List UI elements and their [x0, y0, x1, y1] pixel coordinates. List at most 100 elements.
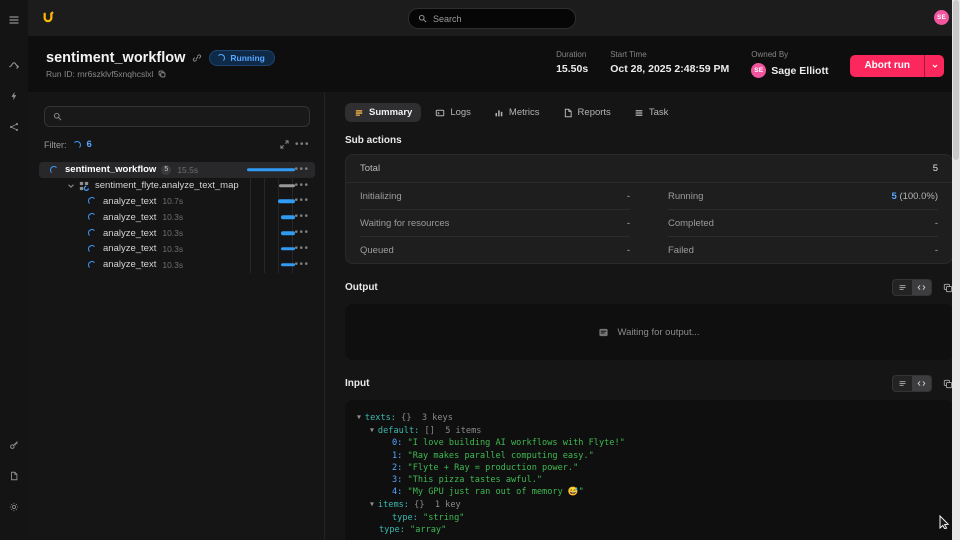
list-view-icon[interactable]	[893, 280, 912, 295]
abort-run-button[interactable]: Abort run	[850, 55, 924, 77]
search-icon	[418, 14, 427, 23]
sub-actions-cell: Failed -	[668, 237, 938, 263]
caret-down-icon[interactable]: ▼	[370, 500, 374, 508]
tab-reports[interactable]: Reports	[554, 103, 620, 122]
scrollbar-thumb[interactable]	[953, 0, 959, 160]
row-menu-icon[interactable]: •••	[294, 228, 310, 238]
global-search-input[interactable]: Search	[408, 8, 576, 29]
link-icon[interactable]	[192, 53, 202, 63]
timeline-bar	[281, 247, 296, 251]
caret-down-icon[interactable]: ▼	[357, 413, 361, 421]
json-idx: 4:	[392, 487, 408, 498]
tab-task[interactable]: Task	[625, 103, 678, 122]
tree-row[interactable]: analyze_text 10.3s •••	[44, 240, 310, 257]
row-menu-icon[interactable]: •••	[294, 196, 310, 206]
start-time-block: Start Time Oct 28, 2025 2:48:59 PM	[610, 50, 730, 75]
reports-icon	[563, 108, 573, 118]
copy-icon[interactable]	[158, 70, 166, 78]
row-menu-icon[interactable]: •••	[294, 212, 310, 222]
row-menu-icon[interactable]: •••	[294, 243, 310, 254]
json-meta: {} 3 keys	[401, 413, 453, 423]
task-duration: 10.3s	[162, 228, 184, 239]
cell-value: -	[626, 244, 630, 256]
json-key: texts:	[364, 413, 402, 423]
tree-row[interactable]: analyze_text 10.7s •••	[44, 193, 310, 210]
cell-label: Failed	[668, 244, 694, 256]
abort-dropdown-button[interactable]	[924, 55, 944, 77]
content: Filter: 6 ••• sentiment_workflow 5 15.5s ••…	[28, 92, 960, 540]
json-str: "Ray makes parallel computing easy."	[407, 450, 594, 461]
tree-row[interactable]: analyze_text 10.3s •••	[44, 256, 310, 273]
docs-icon[interactable]	[6, 468, 22, 484]
row-menu-icon[interactable]: •••	[294, 180, 310, 191]
json-line: ▼ texts: {} 3 keys	[357, 411, 941, 424]
json-str: "My GPU just ran out of memory 😅"	[407, 487, 584, 498]
row-menu-icon[interactable]: •••	[294, 164, 310, 175]
run-tree: sentiment_workflow 5 15.5s ••• sentiment_fly…	[39, 162, 315, 273]
tab-metrics[interactable]: Metrics	[485, 103, 549, 122]
json-line: 4: "My GPU just ran out of memory 😅"	[357, 486, 941, 498]
timeline	[240, 193, 296, 210]
task-duration: 10.7s	[162, 196, 184, 207]
union-logo[interactable]	[41, 11, 55, 25]
tab-summary[interactable]: Summary	[345, 103, 422, 122]
caret-down-icon[interactable]: ▼	[370, 426, 374, 434]
output-doc-icon	[598, 327, 609, 338]
share-icon[interactable]	[6, 119, 22, 135]
actions-icon[interactable]	[6, 88, 22, 104]
sub-actions-cell: Queued -	[360, 237, 630, 263]
input-view-toggle	[892, 375, 932, 392]
tree-row[interactable]: analyze_text 10.3s •••	[44, 209, 310, 226]
main-column: Search SE sentiment_workflow Running Run…	[28, 0, 960, 540]
json-key: default:	[377, 426, 425, 437]
user-avatar[interactable]: SE	[934, 10, 949, 25]
left-icon-rail	[0, 0, 28, 540]
input-header: Input	[345, 375, 953, 392]
code-view-icon[interactable]	[912, 280, 931, 295]
tree-row[interactable]: sentiment_workflow 5 15.5s •••	[39, 162, 315, 178]
map-task-icon	[78, 181, 89, 191]
collapse-all-icon[interactable]	[280, 140, 289, 149]
timeline	[240, 256, 296, 273]
filter-status-spinner-icon[interactable]	[72, 140, 81, 149]
menu-icon[interactable]	[6, 12, 22, 28]
input-json: ▼ texts: {} 3 keys ▼ default: [] 5 items 0: …	[345, 400, 953, 540]
tree-row[interactable]: analyze_text 10.3s •••	[44, 225, 310, 241]
output-empty-text: Waiting for output...	[617, 326, 700, 338]
mouse-cursor	[939, 514, 950, 534]
filter-count[interactable]: 6	[87, 139, 92, 150]
duration-block: Duration 15.50s	[556, 50, 589, 75]
filter-row: Filter: 6 •••	[44, 139, 310, 150]
json-idx: 1:	[392, 450, 408, 461]
tab-logs[interactable]: Logs	[426, 103, 480, 122]
tab-label: Logs	[450, 107, 471, 118]
tree-options-icon[interactable]: •••	[295, 139, 310, 150]
tree-search-input[interactable]	[44, 106, 310, 127]
json-meta: [] 5 items	[424, 426, 482, 437]
total-value: 5	[932, 163, 938, 174]
task-name: analyze_text	[103, 211, 157, 223]
run-id: Run ID: rnr6szklvf5xnqhcslxl	[46, 69, 275, 79]
chevron-down-icon[interactable]	[67, 182, 75, 190]
json-key: type:	[392, 512, 424, 523]
timeline-bar	[278, 183, 296, 188]
tree-row[interactable]: sentiment_flyte.analyze_text_map •••	[44, 177, 310, 194]
json-line: ▼ default: [] 5 items	[357, 424, 941, 437]
json-line: 0: "I love building AI workflows with Fl…	[357, 437, 941, 449]
sub-actions-cell: Waiting for resources -	[360, 210, 630, 237]
code-view-icon[interactable]	[912, 376, 931, 391]
tab-label: Task	[648, 107, 669, 118]
sub-actions-title: Sub actions	[345, 135, 402, 146]
cell-value: -	[934, 244, 938, 256]
theme-icon[interactable]	[6, 499, 22, 515]
runs-icon[interactable]	[6, 57, 22, 73]
json-line: ▼ items: {} 1 key	[357, 498, 941, 511]
cell-value: 5 (100.0%)	[891, 190, 938, 202]
task-name: analyze_text	[103, 243, 157, 255]
key-icon[interactable]	[6, 437, 22, 453]
page-scrollbar[interactable]	[952, 0, 960, 540]
list-view-icon[interactable]	[893, 376, 912, 391]
timeline-bar	[247, 168, 296, 172]
row-menu-icon[interactable]: •••	[294, 259, 310, 270]
json-idx: 3:	[392, 475, 408, 486]
